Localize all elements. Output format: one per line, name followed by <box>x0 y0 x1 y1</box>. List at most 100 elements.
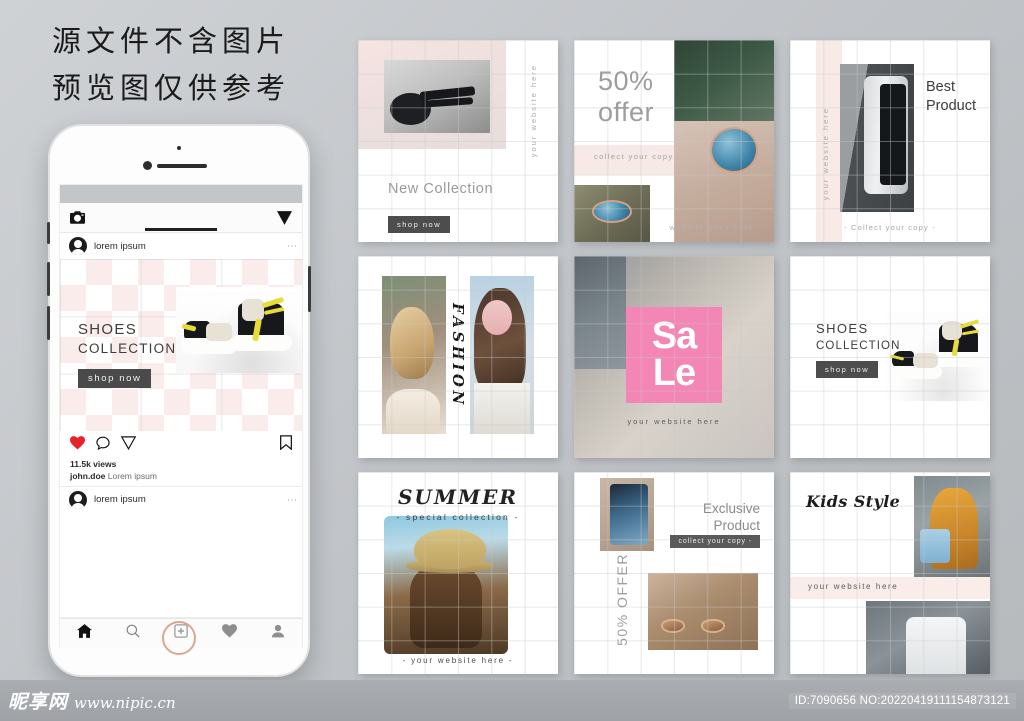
post-subtitle: COLLECTION <box>78 341 177 356</box>
earpiece-speaker <box>157 164 207 168</box>
bookmark-icon[interactable] <box>280 435 292 455</box>
annotation-line-1: 源文件不含图片 <box>52 24 291 58</box>
comment-bubble-icon[interactable] <box>96 436 110 455</box>
home-icon[interactable] <box>77 624 92 643</box>
paper-plane-icon[interactable] <box>120 435 137 455</box>
headline-line-2: offer <box>598 97 655 128</box>
collect-copy-button[interactable]: collect your copy - <box>670 534 760 548</box>
front-camera-icon <box>143 161 152 170</box>
card-title: Kids Style <box>806 492 901 512</box>
watermark-annotation: 源文件不含图片 预览图仅供参考 <box>52 18 312 112</box>
site-url[interactable]: www.nipic.cn <box>74 694 176 712</box>
vertical-website-text: your website here <box>529 64 538 158</box>
camera-icon[interactable] <box>70 211 85 224</box>
title-line-1: Exclusive <box>702 501 760 517</box>
sunglasses-photo <box>648 573 758 650</box>
card-fifty-percent-offer[interactable]: 50% offer collect your copy website goes… <box>574 40 774 242</box>
card-sale[interactable]: Sa Le your website here <box>574 256 774 458</box>
footer-brand: 昵享网 www.nipic.cn <box>8 687 176 714</box>
sneaker-photo <box>886 310 990 402</box>
watch-on-map-photo <box>574 185 650 242</box>
headline-line-1: 50% <box>598 66 654 97</box>
post-username[interactable]: lorem ipsum <box>94 241 283 252</box>
vertical-offer-text: 50% OFFER <box>614 552 630 646</box>
caption-text: Lorem ipsum <box>107 471 157 481</box>
volume-down-button[interactable] <box>47 306 50 340</box>
title-line-1: Best <box>926 79 956 96</box>
backpack <box>920 528 950 563</box>
proximity-sensor-icon <box>177 146 181 150</box>
card-summer[interactable]: SUMMER - special collection - - your web… <box>358 472 558 674</box>
sale-line-2: Le <box>652 351 696 394</box>
paper-plane-icon[interactable] <box>277 210 292 225</box>
shop-now-button[interactable]: shop now <box>78 369 152 388</box>
post-image: SHOES COLLECTION shop now <box>60 259 302 431</box>
card-kids-style[interactable]: Kids Style your website here <box>790 472 990 674</box>
sale-headline: Sa Le <box>652 317 697 394</box>
card-exclusive-product[interactable]: Exclusive Product collect your copy - 50… <box>574 472 774 674</box>
search-icon[interactable] <box>126 624 140 643</box>
watch-face <box>710 126 758 174</box>
fashion-label-strip: FASHION <box>446 276 470 434</box>
post-header: lorem ipsum ⋮ <box>60 233 302 259</box>
card-subtitle: - special collection - <box>396 512 520 523</box>
app-header <box>60 203 302 233</box>
caption-username[interactable]: john.doe <box>70 471 105 481</box>
headphones-photo <box>384 60 490 133</box>
stone-texture <box>574 256 626 370</box>
website-text: your website here <box>627 416 721 426</box>
app-logo <box>145 228 217 231</box>
power-button[interactable] <box>308 266 311 312</box>
sale-badge: Sa Le <box>626 306 722 404</box>
volume-up-button[interactable] <box>47 262 50 296</box>
shop-now-button[interactable]: shop now <box>816 361 879 379</box>
card-fashion[interactable]: FASHION <box>358 256 558 458</box>
post-username[interactable]: lorem ipsum <box>94 494 283 505</box>
home-button[interactable] <box>162 621 196 655</box>
smartphone-screen <box>610 484 648 545</box>
card-best-product[interactable]: your website here Best Product - Collect… <box>790 40 990 242</box>
straw-hat <box>414 528 486 569</box>
avatar[interactable] <box>69 237 87 255</box>
model-hair <box>390 306 434 380</box>
sneaker-back <box>234 296 296 359</box>
card-title: SHOES <box>816 320 869 336</box>
card-title: SUMMER <box>397 485 519 510</box>
website-text: your website here <box>808 582 899 592</box>
card-title: New Collection <box>388 181 494 198</box>
sneaker-photo <box>176 287 302 373</box>
sunglasses-lens-left <box>661 619 686 633</box>
heart-icon[interactable] <box>70 435 85 455</box>
more-options-icon[interactable]: ⋮ <box>286 495 297 505</box>
phone-mockup: lorem ipsum ⋮ SHOES COLLECTION shop now … <box>47 124 311 677</box>
silent-switch[interactable] <box>47 222 50 244</box>
vertical-title: FASHION <box>449 302 467 408</box>
more-options-icon[interactable]: ⋮ <box>286 241 297 251</box>
template-card-grid: your website here New Collection shop no… <box>358 40 990 678</box>
card-new-collection[interactable]: your website here New Collection shop no… <box>358 40 558 242</box>
sneaker-front <box>889 351 944 389</box>
vertical-website-text: your website here <box>821 106 830 200</box>
profile-icon[interactable] <box>271 624 285 643</box>
card-title: Best Product <box>926 78 976 116</box>
phone-screen: lorem ipsum ⋮ SHOES COLLECTION shop now … <box>59 184 303 618</box>
card-subtitle: COLLECTION <box>816 339 901 352</box>
card-title: Exclusive Product <box>703 500 760 534</box>
model-hair <box>410 566 482 648</box>
model-dress <box>386 389 440 434</box>
image-id-text: ID:7090656 NO:20220419111154873121 <box>788 692 1016 709</box>
annotation-line-2: 预览图仅供参考 <box>52 71 291 105</box>
title-line-2: Product <box>926 98 976 115</box>
website-text: - your website here - <box>402 655 514 665</box>
heart-icon[interactable] <box>222 624 237 643</box>
collect-copy-text: - Collect your copy - <box>844 222 936 232</box>
next-post-header: lorem ipsum ⋮ <box>60 486 302 512</box>
avatar[interactable] <box>69 490 87 509</box>
footer-watermark-bar: 昵享网 www.nipic.cn ID:7090656 NO:202204191… <box>0 680 1024 721</box>
shop-now-button[interactable]: shop now <box>388 215 451 233</box>
card-shoes-collection[interactable]: SHOES COLLECTION shop now <box>790 256 990 458</box>
card-headline: 50% offer <box>598 66 654 128</box>
post-actions <box>60 431 302 459</box>
website-text: website goes here <box>669 222 754 232</box>
model-shirt <box>474 383 530 434</box>
